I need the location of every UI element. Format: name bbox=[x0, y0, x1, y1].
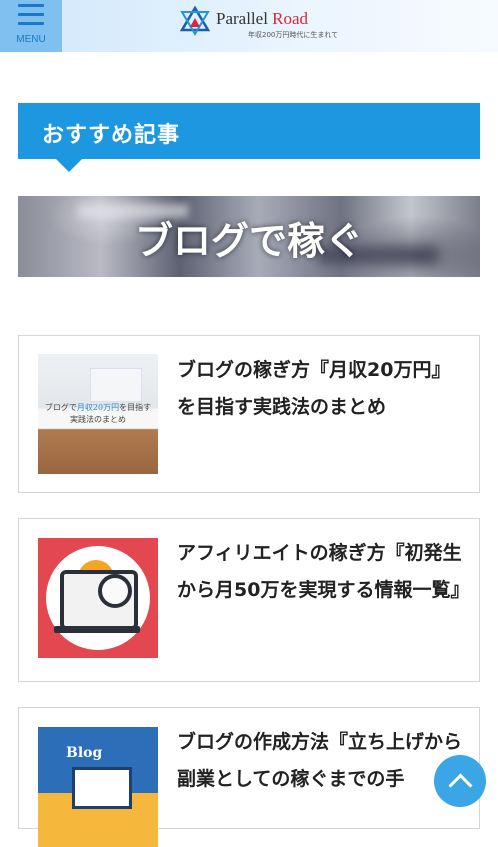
laptop-base bbox=[54, 626, 140, 633]
monitor-icon bbox=[72, 767, 132, 809]
recommended-articles-heading: おすすめ記事 bbox=[18, 103, 480, 172]
heading-pointer bbox=[56, 159, 82, 172]
chevron-up-icon bbox=[448, 773, 473, 798]
article-thumbnail bbox=[38, 538, 158, 658]
hamburger-icon bbox=[18, 4, 44, 31]
logo-title: Parallel Road bbox=[216, 9, 309, 28]
logo-tagline: 年収200万円時代に生まれて bbox=[248, 31, 339, 39]
thumbnail-word: Blog bbox=[66, 745, 103, 761]
thumbnail-caption: ブログで月収20万円を目指す 実践法のまとめ bbox=[44, 403, 152, 424]
section-title: おすすめ記事 bbox=[42, 123, 181, 148]
article-title[interactable]: ブログの作成方法『立ち上げから副業としての稼ぐまでの手 bbox=[177, 724, 467, 798]
menu-button[interactable]: MENU bbox=[0, 0, 62, 52]
magnifier-icon bbox=[98, 574, 132, 608]
category-banner[interactable]: ブログで稼ぐ bbox=[18, 196, 480, 277]
article-card[interactable]: アフィリエイトの稼ぎ方『初発生から月50万を実現する情報一覧』 bbox=[18, 518, 480, 682]
banner-text: ブログで稼ぐ bbox=[134, 219, 363, 263]
thumbnail-notepad bbox=[90, 368, 142, 402]
article-title[interactable]: アフィリエイトの稼ぎ方『初発生から月50万を実現する情報一覧』 bbox=[177, 535, 469, 609]
article-title[interactable]: ブログの稼ぎ方『月収20万円』を目指す実践法のまとめ bbox=[177, 352, 467, 426]
article-card[interactable]: Blog ブログの作成方法『立ち上げから副業としての稼ぐまでの手 bbox=[18, 707, 480, 847]
article-card[interactable]: ブログで月収20万円を目指す 実践法のまとめ ブログの稼ぎ方『月収20万円』を目… bbox=[18, 335, 480, 493]
site-header: MENU Parallel Road 年収200万円時代に生まれて bbox=[0, 0, 498, 52]
site-logo[interactable]: Parallel Road 年収200万円時代に生まれて bbox=[180, 6, 340, 42]
article-thumbnail: Blog bbox=[38, 727, 158, 847]
menu-label: MENU bbox=[16, 34, 46, 45]
back-to-top-button[interactable] bbox=[434, 755, 486, 807]
article-thumbnail: ブログで月収20万円を目指す 実践法のまとめ bbox=[38, 354, 158, 474]
parallel-road-logo bbox=[180, 6, 210, 36]
